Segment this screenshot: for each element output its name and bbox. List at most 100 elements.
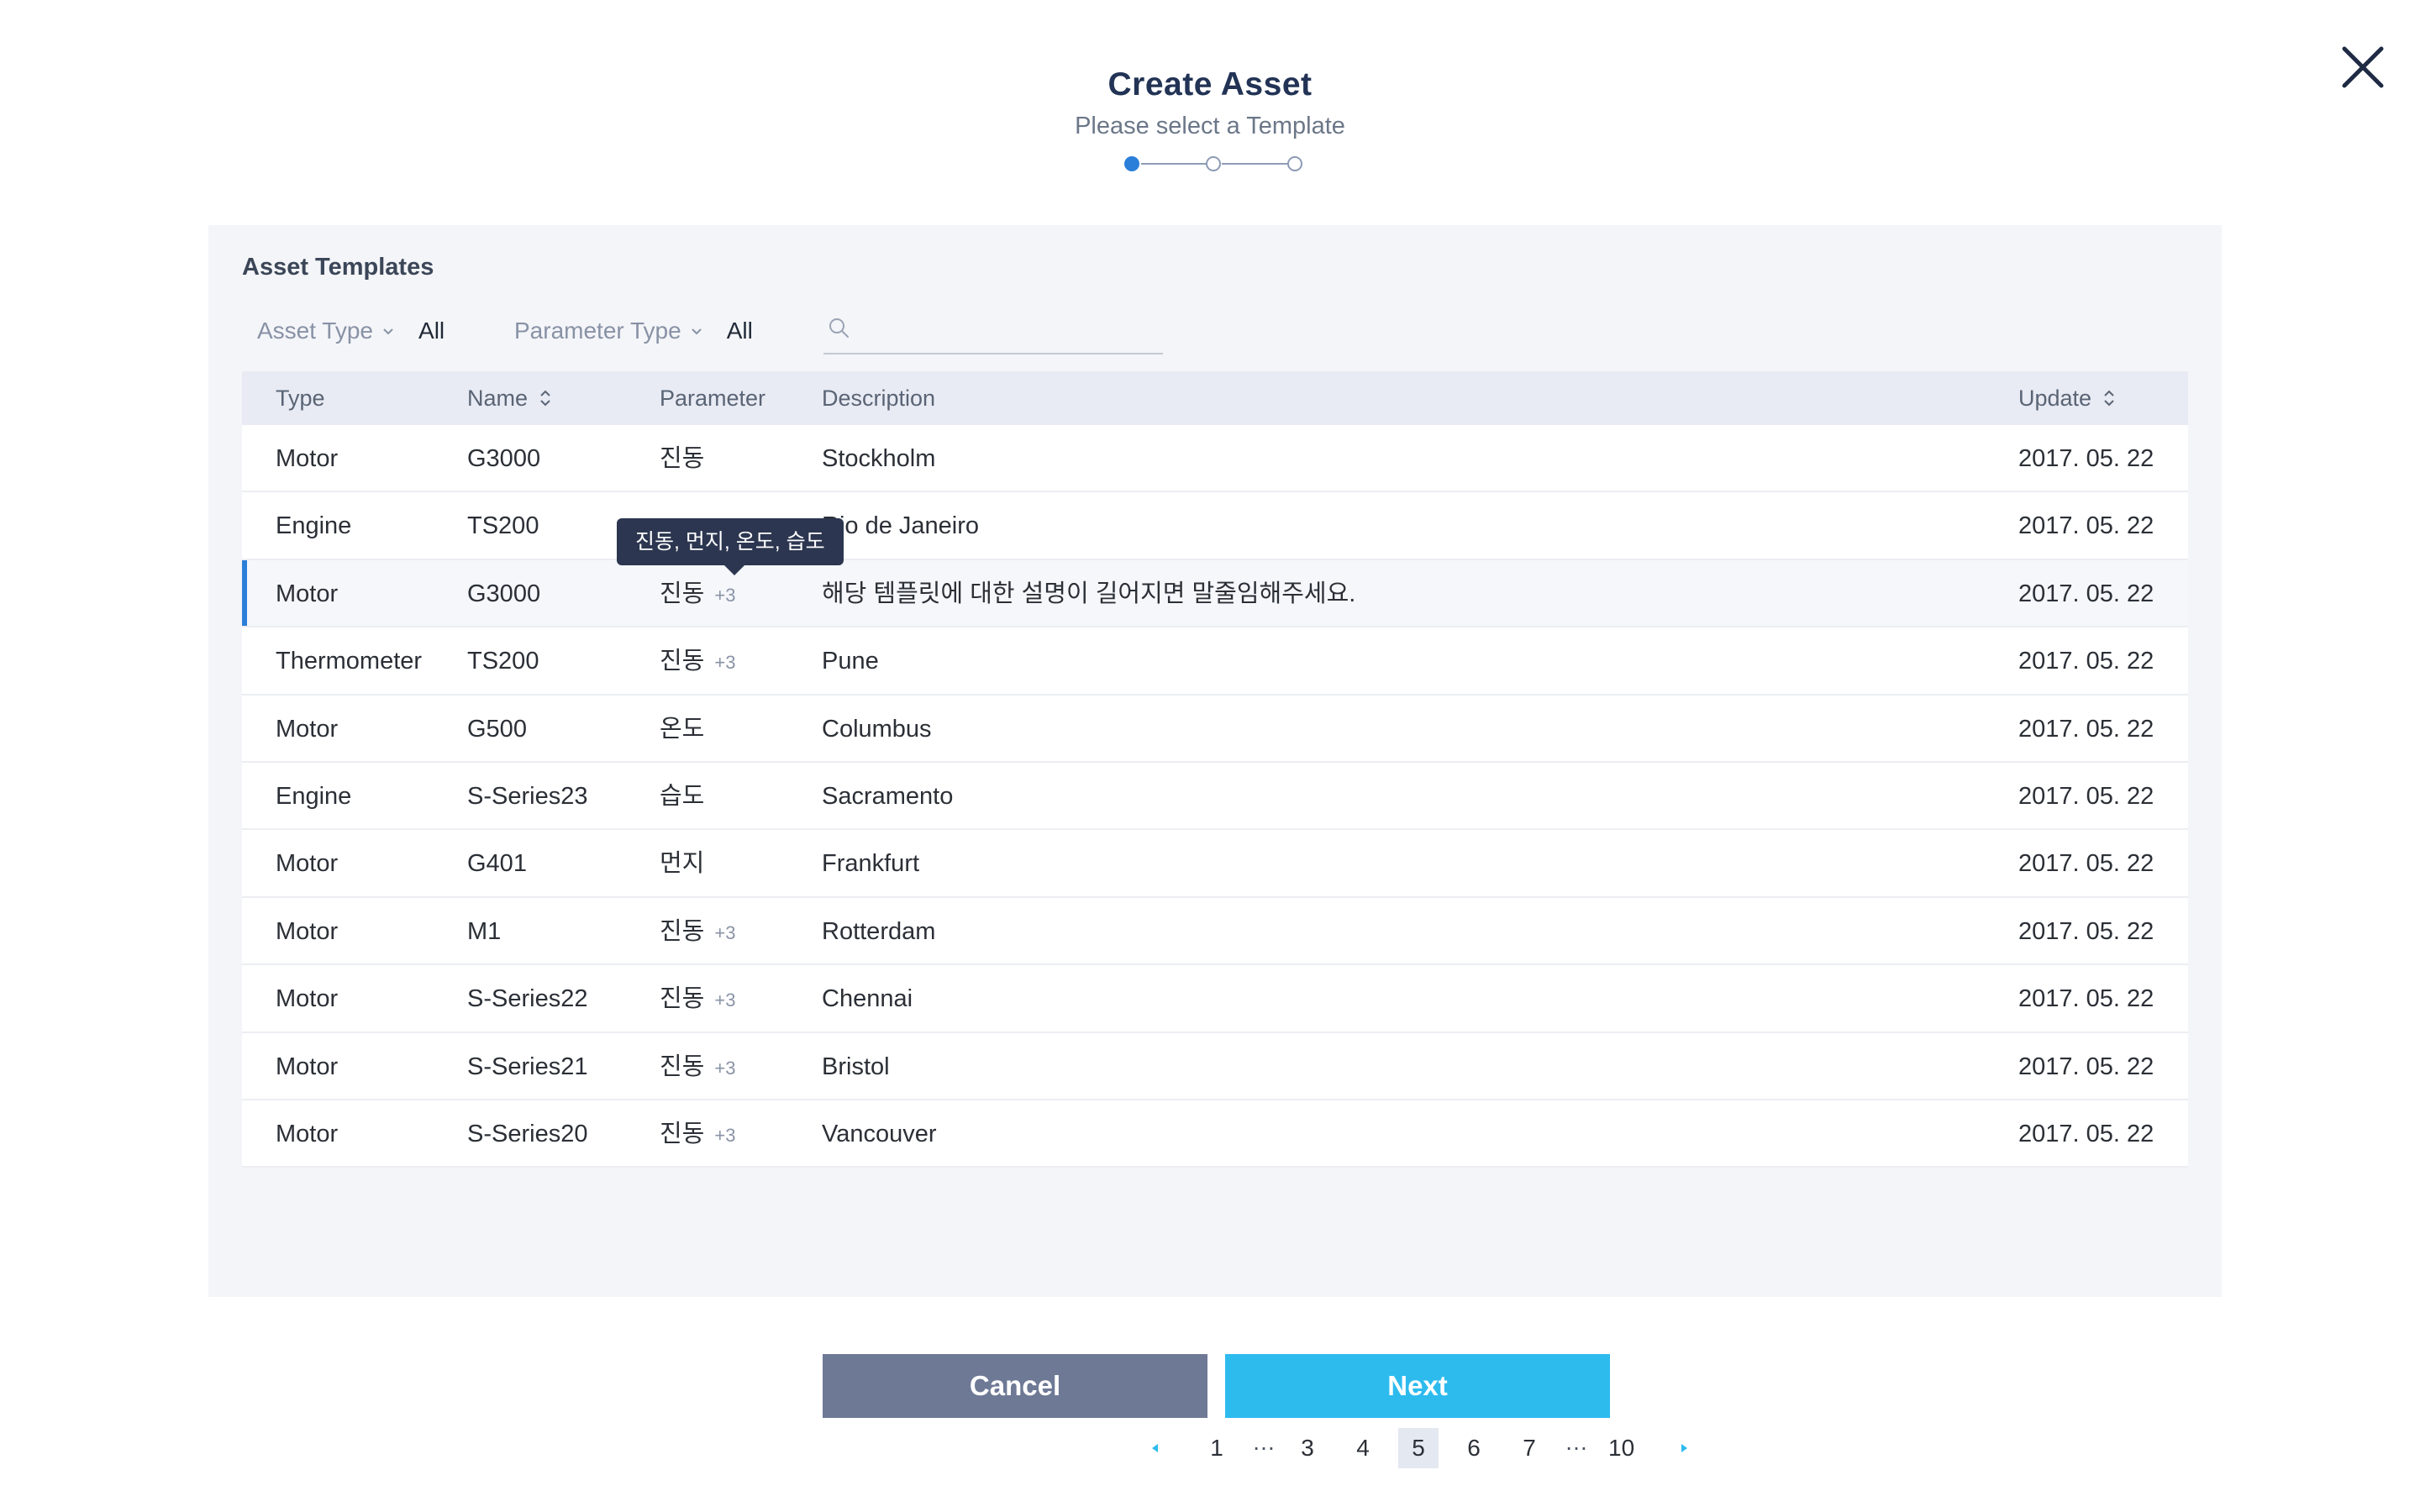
cell-description: Rio de Janeiro bbox=[822, 512, 979, 540]
cell-description: Stockholm bbox=[822, 445, 936, 472]
caret-left-icon bbox=[1152, 1444, 1158, 1452]
table-row[interactable]: Motor S-Series20 진동 +3 Vancouver 2017. 05… bbox=[242, 1100, 2188, 1168]
page-subtitle: Please select a Template bbox=[1075, 113, 1345, 139]
page-ellipsis: … bbox=[1252, 1429, 1276, 1455]
parameter-value: 온도 bbox=[660, 715, 705, 743]
cell-name: G401 bbox=[467, 850, 527, 878]
parameter-value: 진동 bbox=[660, 985, 705, 1013]
parameter-more: +3 bbox=[714, 652, 736, 674]
parameter-value: 먼지 bbox=[660, 850, 705, 878]
table-row[interactable]: Motor G500 온도 Columbus 2017. 05. 22 bbox=[242, 695, 2188, 763]
cell-update: 2017. 05. 22 bbox=[2018, 715, 2154, 743]
table-row[interactable]: Engine S-Series23 습도 Sacramento 2017. 05… bbox=[242, 762, 2188, 831]
page-button-current[interactable]: 5 bbox=[1398, 1428, 1439, 1468]
cell-type: Engine bbox=[276, 782, 352, 810]
search-input[interactable] bbox=[862, 314, 1156, 348]
chevron-down-icon bbox=[691, 328, 702, 335]
cell-update: 2017. 05. 22 bbox=[2018, 648, 2154, 675]
cell-name: S-Series21 bbox=[467, 1053, 588, 1080]
parameter-value: 진동 bbox=[660, 1120, 705, 1147]
cell-name: G3000 bbox=[467, 445, 541, 472]
cell-description: Sacramento bbox=[822, 782, 954, 810]
cell-name: TS200 bbox=[467, 512, 539, 540]
sort-icon bbox=[540, 390, 550, 407]
column-header-name[interactable]: Name bbox=[467, 371, 551, 425]
table-row[interactable]: Thermometer TS200 진동 +3 Pune 2017. 05. 22 bbox=[242, 627, 2188, 696]
cell-parameter: 온도 bbox=[660, 696, 714, 763]
cell-description: Rotterdam bbox=[822, 917, 936, 945]
table-row[interactable]: Motor G3000 진동 Stockholm 2017. 05. 22 bbox=[242, 425, 2188, 493]
cell-type: Motor bbox=[276, 1120, 339, 1147]
page-button[interactable]: 3 bbox=[1287, 1428, 1328, 1468]
templates-table: Type Name Parameter Description Update M… bbox=[242, 371, 2188, 1168]
parameter-more[interactable]: +3 bbox=[714, 585, 735, 606]
column-header-description: Description bbox=[822, 386, 936, 411]
page-button[interactable]: 6 bbox=[1454, 1428, 1494, 1468]
table-row[interactable]: Motor M1 진동 +3 Rotterdam 2017. 05. 22 bbox=[242, 897, 2188, 966]
column-header-parameter: Parameter bbox=[660, 386, 766, 411]
cell-type: Motor bbox=[276, 850, 339, 878]
modal-header: Create Asset Please select a Template bbox=[0, 62, 2420, 143]
cell-parameter: 먼지 bbox=[660, 830, 714, 897]
cell-name: M1 bbox=[467, 917, 502, 945]
step-3-dot bbox=[1287, 156, 1302, 171]
sort-icon bbox=[2104, 390, 2114, 407]
step-1-dot bbox=[1124, 156, 1139, 171]
cell-description: Bristol bbox=[822, 1053, 890, 1080]
search-box bbox=[823, 309, 1163, 354]
cell-update: 2017. 05. 22 bbox=[2018, 445, 2154, 472]
parameter-more: +3 bbox=[714, 1057, 736, 1079]
page-button[interactable]: 4 bbox=[1343, 1428, 1383, 1468]
cell-parameter: 진동 +3 bbox=[660, 1100, 735, 1168]
step-2-dot bbox=[1206, 156, 1221, 171]
cell-type: Motor bbox=[276, 1053, 339, 1080]
cell-parameter: 진동 +3 bbox=[660, 1033, 735, 1100]
parameter-type-filter[interactable]: Parameter Type All bbox=[514, 314, 753, 348]
parameter-type-value: All bbox=[726, 318, 753, 344]
parameter-type-label: Parameter Type bbox=[514, 318, 681, 344]
step-indicator bbox=[1124, 155, 1302, 175]
page-button[interactable]: 1 bbox=[1197, 1428, 1237, 1468]
caret-right-icon bbox=[1681, 1444, 1688, 1452]
cell-type: Motor bbox=[276, 715, 339, 743]
cell-update: 2017. 05. 22 bbox=[2018, 580, 2154, 607]
cell-name: TS200 bbox=[467, 648, 539, 675]
cell-parameter: 진동 +3 bbox=[660, 965, 735, 1032]
parameter-value: 진동 bbox=[660, 445, 705, 472]
parameter-value: 진동 bbox=[660, 1053, 705, 1080]
prev-page-button[interactable] bbox=[1129, 1428, 1181, 1468]
asset-type-filter[interactable]: Asset Type All bbox=[257, 314, 445, 348]
cancel-button[interactable]: Cancel bbox=[823, 1354, 1207, 1418]
step-connector bbox=[1141, 163, 1208, 165]
parameter-more: +3 bbox=[714, 990, 736, 1011]
table-row-selected[interactable]: Motor G3000 진동 +3 해당 템플릿에 대한 설명이 길어지면 말줄임… bbox=[242, 559, 2188, 628]
chevron-down-icon bbox=[383, 328, 393, 335]
table-row[interactable]: Motor G401 먼지 Frankfurt 2017. 05. 22 bbox=[242, 830, 2188, 898]
table-row[interactable]: Motor S-Series22 진동 +3 Chennai 2017. 05. … bbox=[242, 965, 2188, 1033]
table-header: Type Name Parameter Description Update bbox=[242, 371, 2188, 425]
table-row[interactable]: Motor S-Series21 진동 +3 Bristol 2017. 05. … bbox=[242, 1032, 2188, 1100]
page-title: Create Asset bbox=[1107, 66, 1313, 102]
column-header-update[interactable]: Update bbox=[2018, 371, 2115, 425]
asset-type-value: All bbox=[418, 318, 445, 344]
panel-title: Asset Templates bbox=[242, 254, 434, 281]
cell-name: S-Series22 bbox=[467, 985, 588, 1013]
cell-update: 2017. 05. 22 bbox=[2018, 985, 2154, 1013]
cell-type: Motor bbox=[276, 580, 339, 607]
next-button[interactable]: Next bbox=[1225, 1354, 1610, 1418]
parameter-more: +3 bbox=[714, 921, 736, 943]
cell-description: Vancouver bbox=[822, 1120, 937, 1147]
cell-type: Thermometer bbox=[276, 648, 423, 675]
cell-update: 2017. 05. 22 bbox=[2018, 850, 2154, 878]
column-header-type: Type bbox=[276, 386, 325, 411]
cell-type: Engine bbox=[276, 512, 352, 540]
parameter-value: 진동 bbox=[660, 648, 705, 675]
cell-description: 해당 템플릿에 대한 설명이 길어지면 말줄임해주세요. bbox=[822, 580, 1356, 607]
next-page-button[interactable] bbox=[1658, 1428, 1711, 1468]
table-row[interactable]: Engine TS200 Rio de Janeiro 2017. 05. 22 bbox=[242, 492, 2188, 560]
cell-parameter: 진동 +3 bbox=[660, 898, 735, 965]
page-button[interactable]: 10 bbox=[1600, 1428, 1644, 1468]
cell-description: Frankfurt bbox=[822, 850, 920, 878]
page-button[interactable]: 7 bbox=[1509, 1428, 1549, 1468]
cell-parameter: 진동 bbox=[660, 425, 714, 492]
